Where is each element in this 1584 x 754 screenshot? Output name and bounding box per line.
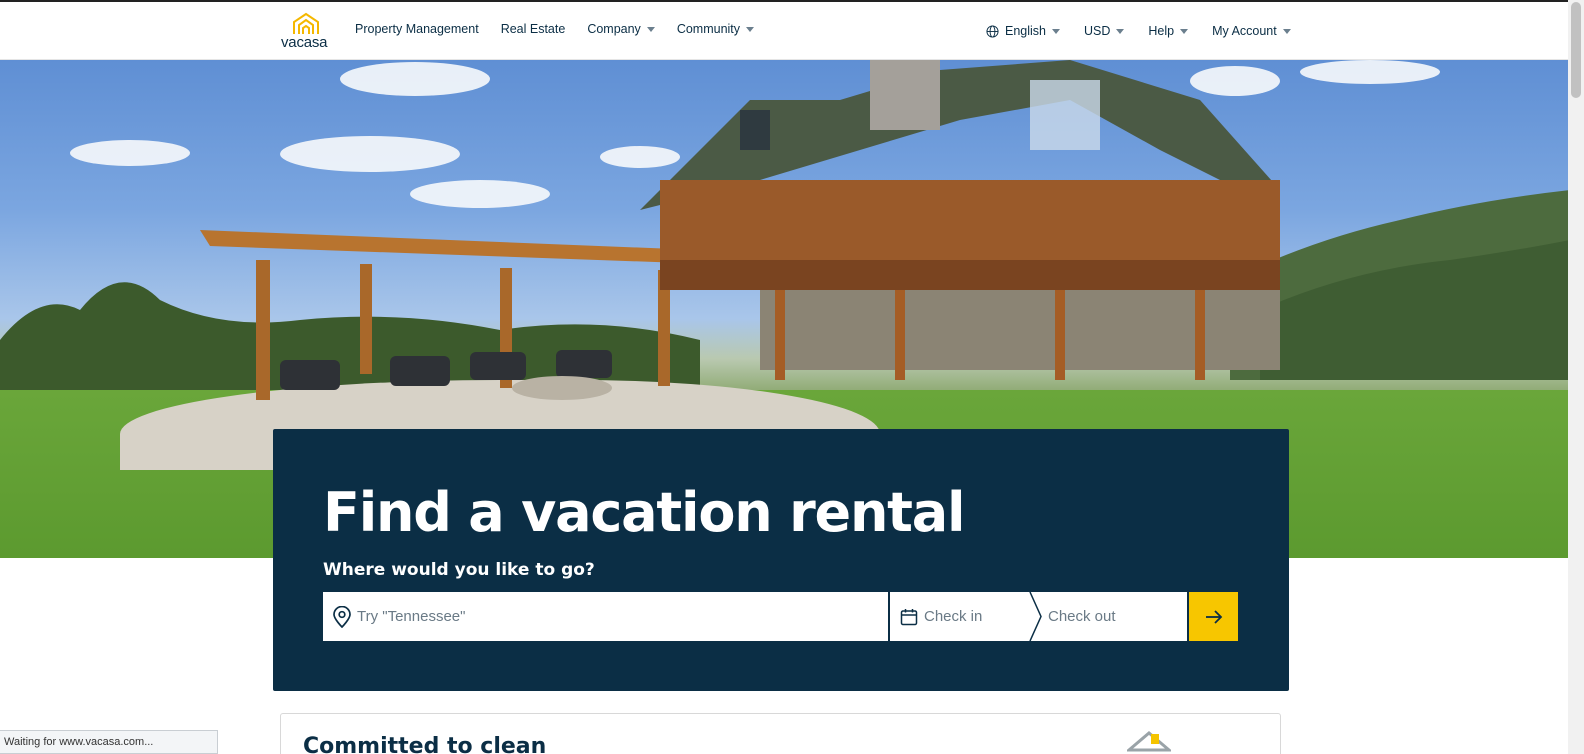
card-title: Committed to clean	[303, 734, 547, 754]
help-label: Help	[1148, 24, 1175, 38]
caret-down-icon	[1052, 28, 1060, 34]
check-in-field[interactable]: Check in	[890, 592, 1030, 641]
nav-label: Community	[676, 22, 741, 36]
search-title: Find a vacation rental	[323, 481, 966, 544]
chevron-separator-icon	[1029, 592, 1042, 641]
check-out-label: Check out	[1048, 608, 1116, 625]
site-header: vacasa Property Management Real Estate C…	[0, 2, 1568, 60]
nav-label: Property Management	[355, 22, 479, 36]
caret-down-icon	[746, 26, 755, 32]
caret-down-icon	[1180, 28, 1189, 34]
cloud	[340, 62, 490, 96]
nav-label: Real Estate	[500, 22, 566, 36]
account-menu[interactable]: My Account	[1212, 24, 1291, 38]
cloud	[70, 140, 190, 166]
arrow-right-icon	[1205, 609, 1222, 624]
destination-field[interactable]	[323, 592, 888, 641]
caret-down-icon	[646, 26, 655, 32]
cloud	[410, 180, 550, 208]
destination-input[interactable]	[357, 608, 857, 625]
globe-icon	[986, 24, 999, 38]
search-submit-button[interactable]	[1189, 592, 1238, 641]
account-label: My Account	[1212, 24, 1277, 38]
check-out-field[interactable]: Check out	[1048, 592, 1116, 641]
language-label: English	[1005, 24, 1046, 38]
search-subtitle: Where would you like to go?	[323, 560, 595, 580]
currency-label: USD	[1084, 24, 1111, 38]
committed-to-clean-card: Committed to clean	[280, 713, 1281, 754]
language-selector[interactable]: English	[986, 24, 1060, 38]
help-menu[interactable]: Help	[1148, 24, 1189, 38]
nav-real-estate[interactable]: Real Estate	[501, 22, 566, 36]
house-logo-icon	[293, 12, 319, 34]
browser-status-bar: Waiting for www.vacasa.com...	[0, 730, 218, 754]
nav-community[interactable]: Community	[676, 22, 755, 36]
primary-nav: Property Management Real Estate Company …	[355, 22, 755, 36]
scrollbar-thumb[interactable]	[1571, 2, 1581, 98]
caret-down-icon	[1282, 28, 1291, 34]
date-range-field: Check in Check out	[890, 592, 1187, 641]
nav-label: Company	[587, 22, 641, 36]
caret-down-icon	[1116, 28, 1125, 34]
location-pin-icon	[333, 605, 351, 628]
search-panel: Find a vacation rental Where would you l…	[273, 429, 1289, 691]
utility-nav: English USD Help My Account	[986, 24, 1291, 38]
search-bar: Check in Check out	[323, 592, 1239, 641]
clean-house-icon	[1127, 731, 1171, 752]
calendar-icon	[900, 608, 918, 625]
vacasa-logo[interactable]: vacasa	[281, 12, 333, 52]
nav-company[interactable]: Company	[587, 22, 655, 36]
logo-wordmark: vacasa	[281, 34, 328, 51]
log-cabin-house	[640, 60, 1280, 380]
currency-selector[interactable]: USD	[1084, 24, 1125, 38]
page-scrollbar[interactable]	[1568, 0, 1584, 754]
check-in-label: Check in	[924, 608, 983, 625]
cloud	[280, 136, 460, 172]
nav-property-management[interactable]: Property Management	[355, 22, 479, 36]
